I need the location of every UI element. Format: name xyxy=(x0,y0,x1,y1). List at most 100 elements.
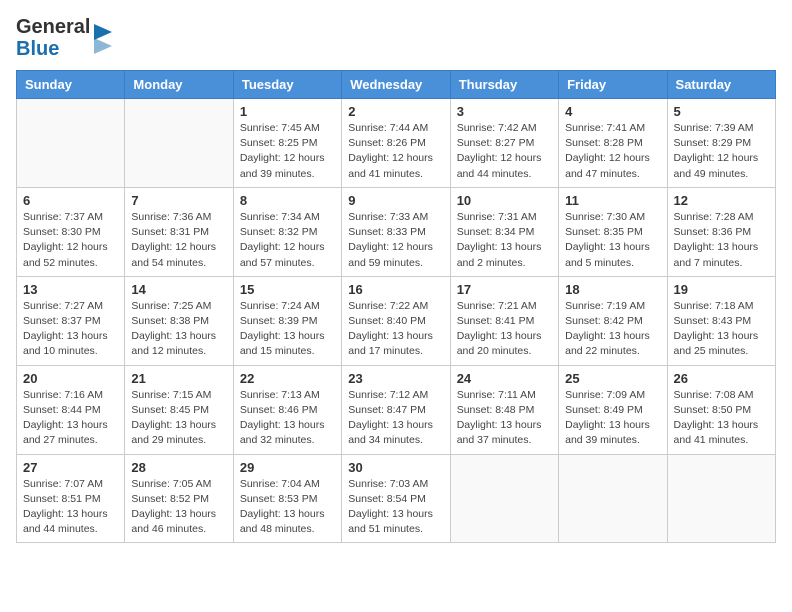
day-info: Sunrise: 7:44 AMSunset: 8:26 PMDaylight:… xyxy=(348,121,443,182)
calendar-cell: 21Sunrise: 7:15 AMSunset: 8:45 PMDayligh… xyxy=(125,365,233,454)
calendar-cell: 19 Sunrise: 7:18 AMSunset: 8:43 PMDayligh… xyxy=(667,276,775,365)
calendar-cell xyxy=(559,454,667,543)
calendar-cell xyxy=(17,99,125,188)
day-info: Sunrise: 7:22 AMSunset: 8:40 PMDaylight:… xyxy=(348,299,443,360)
day-info: Sunrise: 7:05 AMSunset: 8:52 PMDaylight:… xyxy=(131,477,226,538)
day-number: 5 xyxy=(674,104,769,119)
calendar-week-row: 13 Sunrise: 7:27 AMSunset: 8:37 PMDayligh… xyxy=(17,276,776,365)
calendar-week-row: 27 Sunrise: 7:07 AMSunset: 8:51 PMDayligh… xyxy=(17,454,776,543)
day-number: 23 xyxy=(348,371,443,386)
calendar-cell: 3 Sunrise: 7:42 AMSunset: 8:27 PMDaylight… xyxy=(450,99,558,188)
logo-general: General xyxy=(16,16,90,38)
calendar-cell: 14 Sunrise: 7:25 AMSunset: 8:38 PMDayligh… xyxy=(125,276,233,365)
day-number: 13 xyxy=(23,282,118,297)
day-info: Sunrise: 7:28 AMSunset: 8:36 PMDaylight:… xyxy=(674,210,769,271)
day-number: 28 xyxy=(131,460,226,475)
calendar-cell: 20Sunrise: 7:16 AMSunset: 8:44 PMDayligh… xyxy=(17,365,125,454)
day-number: 10 xyxy=(457,193,552,208)
weekday-header: Monday xyxy=(125,71,233,99)
day-info: Sunrise: 7:39 AMSunset: 8:29 PMDaylight:… xyxy=(674,121,769,182)
calendar-cell xyxy=(450,454,558,543)
day-info: Sunrise: 7:16 AMSunset: 8:44 PMDaylight:… xyxy=(23,388,118,449)
day-number: 24 xyxy=(457,371,552,386)
weekday-header: Wednesday xyxy=(342,71,450,99)
weekday-header-row: SundayMondayTuesdayWednesdayThursdayFrid… xyxy=(17,71,776,99)
day-number: 30 xyxy=(348,460,443,475)
weekday-header: Tuesday xyxy=(233,71,341,99)
calendar-cell: 16 Sunrise: 7:22 AMSunset: 8:40 PMDayligh… xyxy=(342,276,450,365)
day-number: 2 xyxy=(348,104,443,119)
calendar-cell: 11Sunrise: 7:30 AMSunset: 8:35 PMDayligh… xyxy=(559,187,667,276)
day-number: 22 xyxy=(240,371,335,386)
day-number: 14 xyxy=(131,282,226,297)
day-info: Sunrise: 7:15 AMSunset: 8:45 PMDaylight:… xyxy=(131,388,226,449)
day-info: Sunrise: 7:33 AMSunset: 8:33 PMDaylight:… xyxy=(348,210,443,271)
day-number: 11 xyxy=(565,193,660,208)
calendar-cell: 28 Sunrise: 7:05 AMSunset: 8:52 PMDayligh… xyxy=(125,454,233,543)
day-info: Sunrise: 7:36 AMSunset: 8:31 PMDaylight:… xyxy=(131,210,226,271)
day-number: 4 xyxy=(565,104,660,119)
day-number: 25 xyxy=(565,371,660,386)
day-info: Sunrise: 7:04 AMSunset: 8:53 PMDaylight:… xyxy=(240,477,335,538)
calendar-cell: 24 Sunrise: 7:11 AMSunset: 8:48 PMDayligh… xyxy=(450,365,558,454)
day-info: Sunrise: 7:42 AMSunset: 8:27 PMDaylight:… xyxy=(457,121,552,182)
calendar-cell: 6Sunrise: 7:37 AMSunset: 8:30 PMDaylight… xyxy=(17,187,125,276)
calendar-cell: 18Sunrise: 7:19 AMSunset: 8:42 PMDayligh… xyxy=(559,276,667,365)
calendar-week-row: 20Sunrise: 7:16 AMSunset: 8:44 PMDayligh… xyxy=(17,365,776,454)
day-info: Sunrise: 7:13 AMSunset: 8:46 PMDaylight:… xyxy=(240,388,335,449)
calendar-cell: 2 Sunrise: 7:44 AMSunset: 8:26 PMDaylight… xyxy=(342,99,450,188)
day-number: 9 xyxy=(348,193,443,208)
day-info: Sunrise: 7:08 AMSunset: 8:50 PMDaylight:… xyxy=(674,388,769,449)
day-number: 8 xyxy=(240,193,335,208)
day-info: Sunrise: 7:41 AMSunset: 8:28 PMDaylight:… xyxy=(565,121,660,182)
day-number: 15 xyxy=(240,282,335,297)
calendar-cell: 13 Sunrise: 7:27 AMSunset: 8:37 PMDayligh… xyxy=(17,276,125,365)
day-number: 26 xyxy=(674,371,769,386)
weekday-header: Thursday xyxy=(450,71,558,99)
logo-flag-icon xyxy=(92,20,114,56)
calendar-cell: 1 Sunrise: 7:45 AMSunset: 8:25 PMDaylight… xyxy=(233,99,341,188)
calendar-cell: 22 Sunrise: 7:13 AMSunset: 8:46 PMDayligh… xyxy=(233,365,341,454)
weekday-header: Friday xyxy=(559,71,667,99)
day-info: Sunrise: 7:07 AMSunset: 8:51 PMDaylight:… xyxy=(23,477,118,538)
day-number: 18 xyxy=(565,282,660,297)
calendar-cell: 9 Sunrise: 7:33 AMSunset: 8:33 PMDaylight… xyxy=(342,187,450,276)
day-number: 1 xyxy=(240,104,335,119)
day-number: 12 xyxy=(674,193,769,208)
day-info: Sunrise: 7:34 AMSunset: 8:32 PMDaylight:… xyxy=(240,210,335,271)
day-number: 16 xyxy=(348,282,443,297)
day-info: Sunrise: 7:31 AMSunset: 8:34 PMDaylight:… xyxy=(457,210,552,271)
day-info: Sunrise: 7:27 AMSunset: 8:37 PMDaylight:… xyxy=(23,299,118,360)
calendar-cell: 25 Sunrise: 7:09 AMSunset: 8:49 PMDayligh… xyxy=(559,365,667,454)
calendar-week-row: 1 Sunrise: 7:45 AMSunset: 8:25 PMDaylight… xyxy=(17,99,776,188)
calendar-cell: 23Sunrise: 7:12 AMSunset: 8:47 PMDayligh… xyxy=(342,365,450,454)
day-number: 17 xyxy=(457,282,552,297)
day-number: 29 xyxy=(240,460,335,475)
day-number: 19 xyxy=(674,282,769,297)
logo-blue: Blue xyxy=(16,38,59,60)
day-number: 3 xyxy=(457,104,552,119)
calendar-cell: 29 Sunrise: 7:04 AMSunset: 8:53 PMDayligh… xyxy=(233,454,341,543)
calendar-table: SundayMondayTuesdayWednesdayThursdayFrid… xyxy=(16,70,776,543)
day-number: 27 xyxy=(23,460,118,475)
day-info: Sunrise: 7:03 AMSunset: 8:54 PMDaylight:… xyxy=(348,477,443,538)
day-number: 6 xyxy=(23,193,118,208)
calendar-cell: 26 Sunrise: 7:08 AMSunset: 8:50 PMDayligh… xyxy=(667,365,775,454)
weekday-header: Saturday xyxy=(667,71,775,99)
weekday-header: Sunday xyxy=(17,71,125,99)
day-info: Sunrise: 7:45 AMSunset: 8:25 PMDaylight:… xyxy=(240,121,335,182)
calendar-cell xyxy=(125,99,233,188)
calendar-cell xyxy=(667,454,775,543)
calendar-cell: 15 Sunrise: 7:24 AMSunset: 8:39 PMDayligh… xyxy=(233,276,341,365)
day-number: 7 xyxy=(131,193,226,208)
calendar-cell: 10 Sunrise: 7:31 AMSunset: 8:34 PMDayligh… xyxy=(450,187,558,276)
calendar-cell: 7 Sunrise: 7:36 AMSunset: 8:31 PMDaylight… xyxy=(125,187,233,276)
calendar-cell: 5 Sunrise: 7:39 AMSunset: 8:29 PMDaylight… xyxy=(667,99,775,188)
day-info: Sunrise: 7:18 AMSunset: 8:43 PMDaylight:… xyxy=(674,299,769,360)
day-info: Sunrise: 7:24 AMSunset: 8:39 PMDaylight:… xyxy=(240,299,335,360)
day-info: Sunrise: 7:25 AMSunset: 8:38 PMDaylight:… xyxy=(131,299,226,360)
day-info: Sunrise: 7:11 AMSunset: 8:48 PMDaylight:… xyxy=(457,388,552,449)
calendar-cell: 30 Sunrise: 7:03 AMSunset: 8:54 PMDayligh… xyxy=(342,454,450,543)
page-header: General Blue xyxy=(16,16,776,60)
day-info: Sunrise: 7:09 AMSunset: 8:49 PMDaylight:… xyxy=(565,388,660,449)
